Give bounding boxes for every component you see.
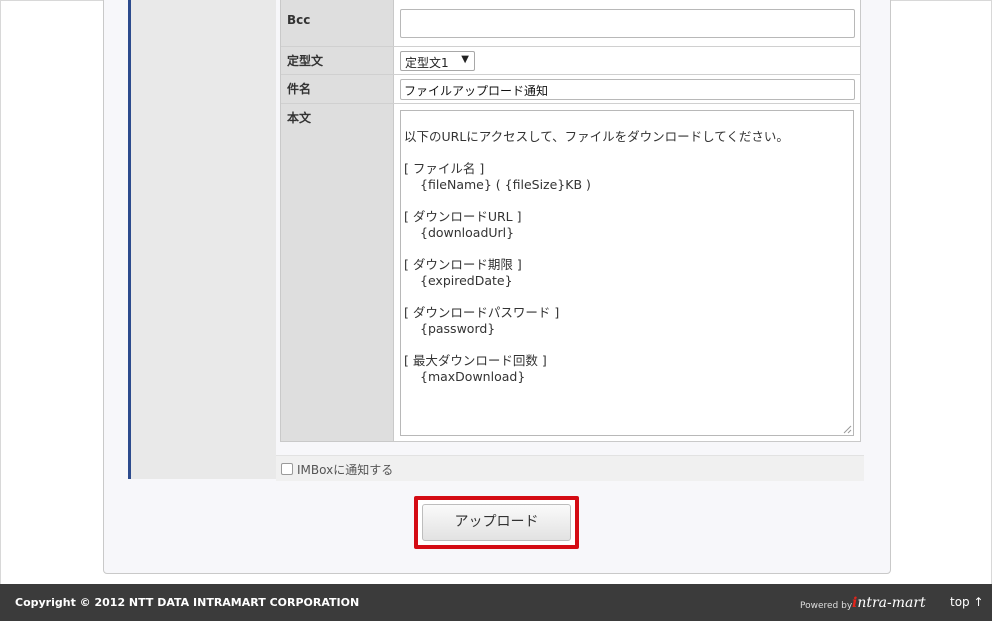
body-line: [ ファイル名 ] bbox=[404, 161, 485, 176]
body-label: 本文 bbox=[281, 104, 394, 441]
bcc-input[interactable] bbox=[400, 9, 855, 38]
body-line: {fileName} ( {fileSize}KB ) bbox=[420, 177, 591, 192]
body-blank-line bbox=[404, 289, 850, 305]
template-label: 定型文 bbox=[281, 47, 394, 74]
mail-form-table: Bcc 定型文 定型文1 ▼ 件名 ファイルアップロード通知 本文 以下のURL… bbox=[280, 0, 861, 442]
footer: Copyright © 2012 NTT DATA INTRAMART CORP… bbox=[0, 584, 992, 621]
body-blank-line bbox=[404, 145, 850, 161]
imbox-notify-checkbox[interactable] bbox=[281, 463, 293, 475]
subject-row: 件名 ファイルアップロード通知 bbox=[281, 75, 860, 104]
body-line: {expiredDate} bbox=[420, 273, 513, 288]
body-line: [ ダウンロードパスワード ] bbox=[404, 305, 560, 320]
template-row: 定型文 定型文1 ▼ bbox=[281, 47, 860, 75]
powered-by-text: Powered by bbox=[800, 601, 853, 611]
body-row: 本文 以下のURLにアクセスして、ファイルをダウンロードしてください。 [ ファ… bbox=[281, 104, 860, 441]
intra-mart-logo: intra-mart bbox=[852, 595, 926, 611]
upload-button-highlight: アップロード bbox=[414, 496, 579, 549]
logo-text: ntra-mart bbox=[857, 595, 926, 611]
subject-input[interactable]: ファイルアップロード通知 bbox=[400, 79, 855, 100]
resize-grip-icon[interactable] bbox=[842, 424, 852, 434]
body-line: {downloadUrl} bbox=[420, 225, 515, 240]
body-line: [ ダウンロード期限 ] bbox=[404, 257, 522, 272]
body-line: [ ダウンロードURL ] bbox=[404, 209, 522, 224]
imbox-notify-bar: IMBoxに通知する bbox=[276, 455, 864, 481]
imbox-notify-label[interactable]: IMBoxに通知する bbox=[297, 461, 393, 478]
body-line: [ 最大ダウンロード回数 ] bbox=[404, 353, 547, 368]
template-select[interactable]: 定型文1 ▼ bbox=[400, 51, 475, 71]
body-textarea[interactable]: 以下のURLにアクセスして、ファイルをダウンロードしてください。 [ ファイル名… bbox=[400, 110, 854, 436]
upload-button[interactable]: アップロード bbox=[422, 504, 571, 541]
chevron-down-icon: ▼ bbox=[461, 54, 469, 65]
body-blank-line bbox=[404, 337, 850, 353]
body-blank-line bbox=[404, 193, 850, 209]
bcc-row: Bcc bbox=[281, 0, 860, 47]
back-to-top-link[interactable]: top ↑ bbox=[950, 595, 984, 609]
bcc-label: Bcc bbox=[281, 0, 394, 46]
left-column bbox=[128, 0, 276, 479]
body-line: 以下のURLにアクセスして、ファイルをダウンロードしてください。 bbox=[404, 129, 789, 144]
body-line: {maxDownload} bbox=[420, 369, 526, 384]
copyright-text: Copyright © 2012 NTT DATA INTRAMART CORP… bbox=[15, 596, 360, 609]
body-line: {password} bbox=[420, 321, 496, 336]
body-blank-line bbox=[404, 241, 850, 257]
template-selected-value: 定型文1 bbox=[405, 56, 449, 70]
subject-label: 件名 bbox=[281, 75, 394, 103]
